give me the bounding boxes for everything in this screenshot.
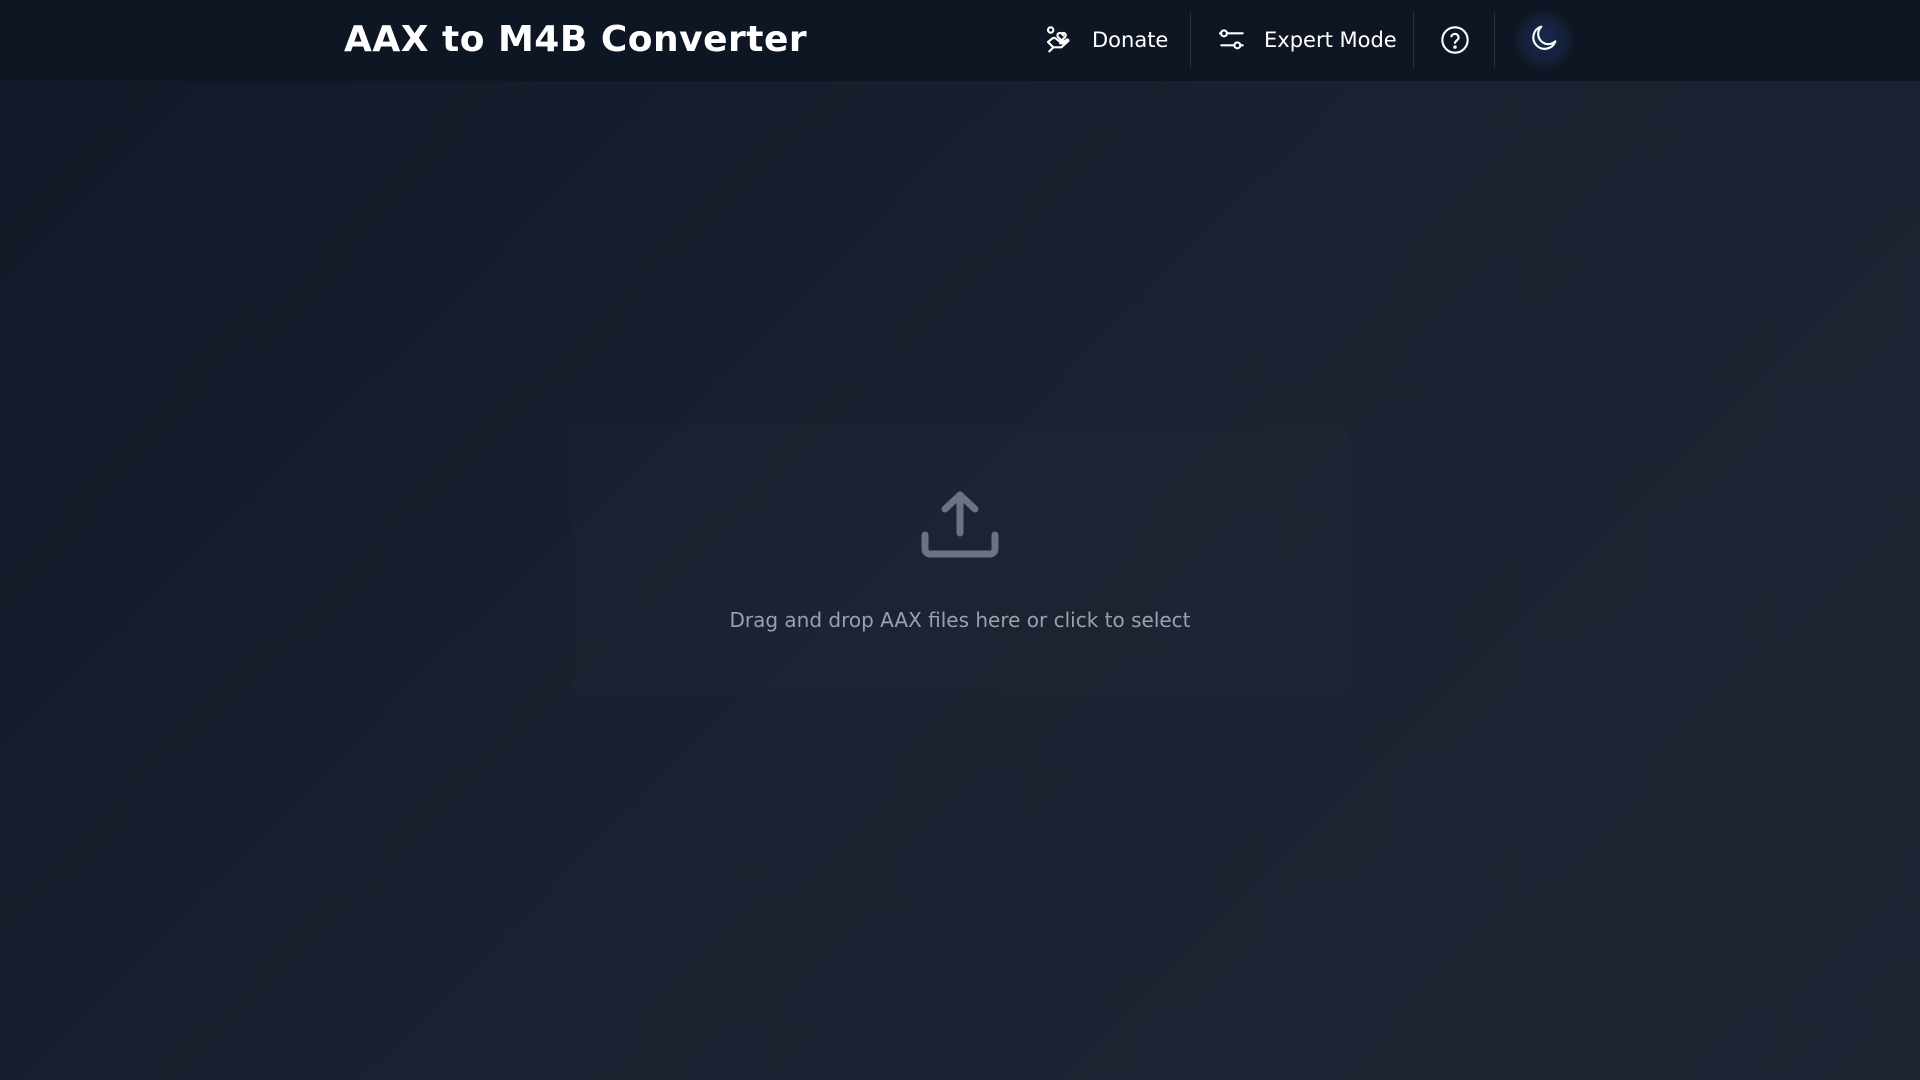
upload-icon — [920, 485, 1000, 565]
nav-divider — [1413, 12, 1414, 68]
donate-hand-heart-icon — [1044, 24, 1076, 56]
dropzone-instructions: Drag and drop AAX files here or click to… — [729, 608, 1191, 632]
help-button[interactable] — [1438, 12, 1472, 68]
expert-mode-button[interactable]: Expert Mode — [1216, 12, 1397, 68]
nav-divider — [1190, 12, 1191, 68]
donate-button[interactable]: Donate — [1044, 12, 1168, 68]
app-title: AAX to M4B Converter — [344, 19, 808, 60]
moon-icon — [1528, 22, 1560, 58]
sliders-icon — [1216, 24, 1248, 56]
theme-toggle-button[interactable] — [1514, 10, 1574, 70]
expert-mode-label: Expert Mode — [1264, 28, 1397, 52]
nav-divider — [1494, 12, 1495, 68]
donate-label: Donate — [1092, 28, 1169, 52]
question-circle-icon — [1439, 24, 1471, 56]
top-bar: AAX to M4B Converter Donate Expert Mode — [0, 0, 1920, 81]
file-dropzone[interactable]: Drag and drop AAX files here or click to… — [570, 425, 1350, 695]
